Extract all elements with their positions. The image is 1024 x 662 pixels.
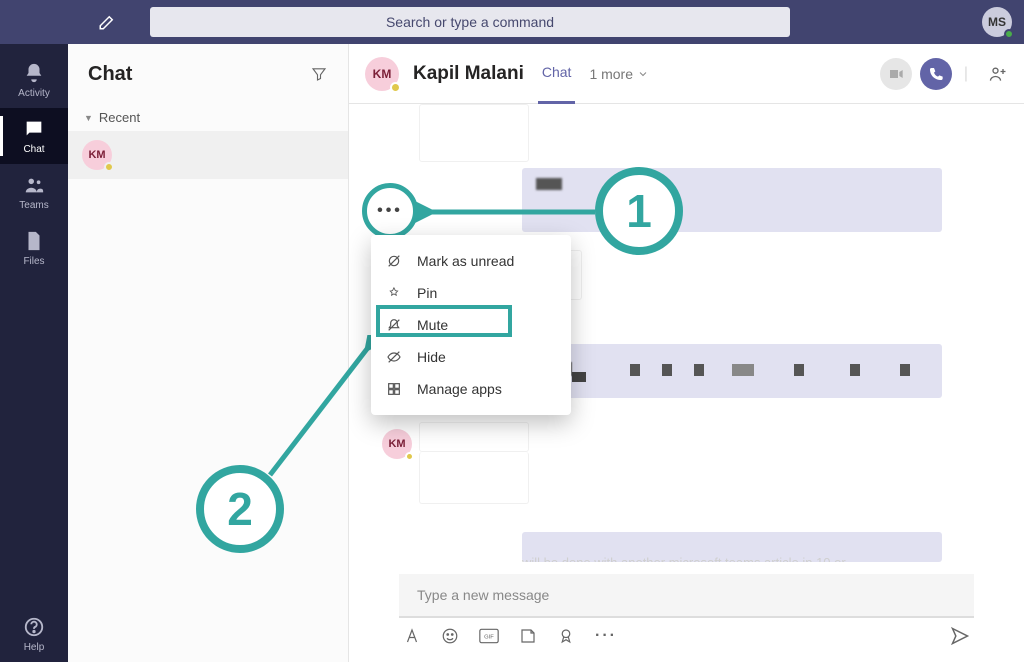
- presence-away-icon: [390, 82, 401, 93]
- files-icon: [23, 230, 45, 252]
- annotation-arrow-1: [415, 200, 605, 230]
- conversation-avatar[interactable]: KM: [365, 57, 399, 91]
- video-icon: [888, 66, 904, 82]
- rail-label: Chat: [23, 144, 44, 155]
- ellipsis-icon: •••: [377, 202, 403, 220]
- send-button[interactable]: [950, 626, 970, 646]
- rail-files[interactable]: Files: [0, 220, 68, 276]
- message-placeholder: Type a new message: [417, 587, 549, 603]
- mute-icon: [385, 317, 403, 333]
- menu-pin[interactable]: Pin: [371, 277, 571, 309]
- svg-text:GIF: GIF: [484, 635, 494, 641]
- format-icon: [403, 627, 421, 645]
- rail-label: Teams: [19, 200, 48, 211]
- video-call-button[interactable]: [880, 58, 912, 90]
- annotation-number: 1: [626, 184, 652, 238]
- menu-manage-apps[interactable]: Manage apps: [371, 373, 571, 405]
- presence-available-icon: [1004, 29, 1014, 39]
- conversation-initials: KM: [373, 67, 392, 81]
- audio-call-button[interactable]: [920, 58, 952, 90]
- conversation-name: Kapil Malani: [413, 63, 524, 85]
- menu-label: Pin: [417, 285, 437, 301]
- rail-teams[interactable]: Teams: [0, 164, 68, 220]
- menu-label: Hide: [417, 349, 446, 365]
- rail-label: Help: [24, 642, 45, 653]
- menu-mute[interactable]: Mute: [371, 309, 571, 341]
- menu-hide[interactable]: Hide: [371, 341, 571, 373]
- menu-mark-unread[interactable]: Mark as unread: [371, 245, 571, 277]
- filter-icon[interactable]: [310, 65, 328, 83]
- sticker-icon: [519, 627, 537, 645]
- chat-context-menu: Mark as unread Pin Mute Hide Manage apps: [371, 235, 571, 415]
- phone-icon: [928, 66, 944, 82]
- more-compose-button[interactable]: ···: [595, 627, 617, 645]
- add-people-button[interactable]: [980, 64, 1008, 84]
- gif-icon: GIF: [479, 628, 499, 644]
- sticker-button[interactable]: [519, 627, 537, 645]
- message-stub: [419, 104, 529, 162]
- bell-icon: [23, 62, 45, 84]
- chat-more-options-button[interactable]: •••: [362, 183, 418, 239]
- chevron-down-icon: [637, 68, 649, 80]
- rail-chat[interactable]: Chat: [0, 108, 68, 164]
- gif-button[interactable]: GIF: [479, 628, 499, 644]
- presence-away-icon: [104, 162, 114, 172]
- message-text-fragment: will be done with another microsoft team…: [522, 555, 846, 562]
- current-user-avatar[interactable]: MS: [982, 7, 1012, 37]
- tab-chat[interactable]: Chat: [538, 44, 576, 104]
- emoji-button[interactable]: [441, 627, 459, 645]
- help-icon: [23, 616, 45, 638]
- menu-label: Manage apps: [417, 381, 502, 397]
- message-stub: [419, 452, 529, 504]
- add-people-icon: [988, 64, 1008, 84]
- message-input[interactable]: Type a new message: [399, 574, 974, 618]
- more-participants[interactable]: 1 more: [589, 66, 649, 82]
- format-button[interactable]: [403, 627, 421, 645]
- compose-icon[interactable]: [98, 13, 116, 31]
- chat-icon: [23, 118, 45, 140]
- chevron-down-icon: ▼: [84, 113, 93, 123]
- apps-icon: [385, 381, 403, 397]
- rail-help[interactable]: Help: [0, 606, 68, 662]
- rail-label: Files: [23, 256, 44, 267]
- teams-icon: [23, 174, 45, 196]
- menu-label: Mark as unread: [417, 253, 514, 269]
- pin-icon: [385, 285, 403, 301]
- rail-label: Activity: [18, 88, 50, 99]
- chat-list-item[interactable]: KM: [68, 131, 348, 179]
- message-avatar-initials: KM: [388, 438, 405, 450]
- annotation-step-1: 1: [595, 167, 683, 255]
- send-icon: [950, 626, 970, 646]
- search-placeholder: Search or type a command: [386, 14, 554, 30]
- current-user-initials: MS: [988, 15, 1006, 29]
- search-input[interactable]: Search or type a command: [150, 7, 790, 37]
- rail-activity[interactable]: Activity: [0, 52, 68, 108]
- chat-panel-title: Chat: [88, 63, 132, 86]
- menu-label: Mute: [417, 317, 448, 333]
- annotation-number: 2: [227, 482, 253, 536]
- unread-icon: [385, 253, 403, 269]
- annotation-step-2: 2: [196, 465, 284, 553]
- more-participants-label: 1 more: [589, 66, 633, 82]
- presence-away-icon: [405, 452, 414, 461]
- hide-icon: [385, 349, 403, 365]
- recent-label: Recent: [99, 110, 140, 125]
- contact-avatar: KM: [82, 140, 112, 170]
- message-bubble-self: [522, 344, 942, 398]
- emoji-icon: [441, 627, 459, 645]
- contact-initials: KM: [88, 149, 105, 161]
- praise-button[interactable]: [557, 627, 575, 645]
- message-stub: [419, 422, 529, 452]
- badge-icon: [557, 627, 575, 645]
- recent-header[interactable]: ▼ Recent: [68, 104, 348, 131]
